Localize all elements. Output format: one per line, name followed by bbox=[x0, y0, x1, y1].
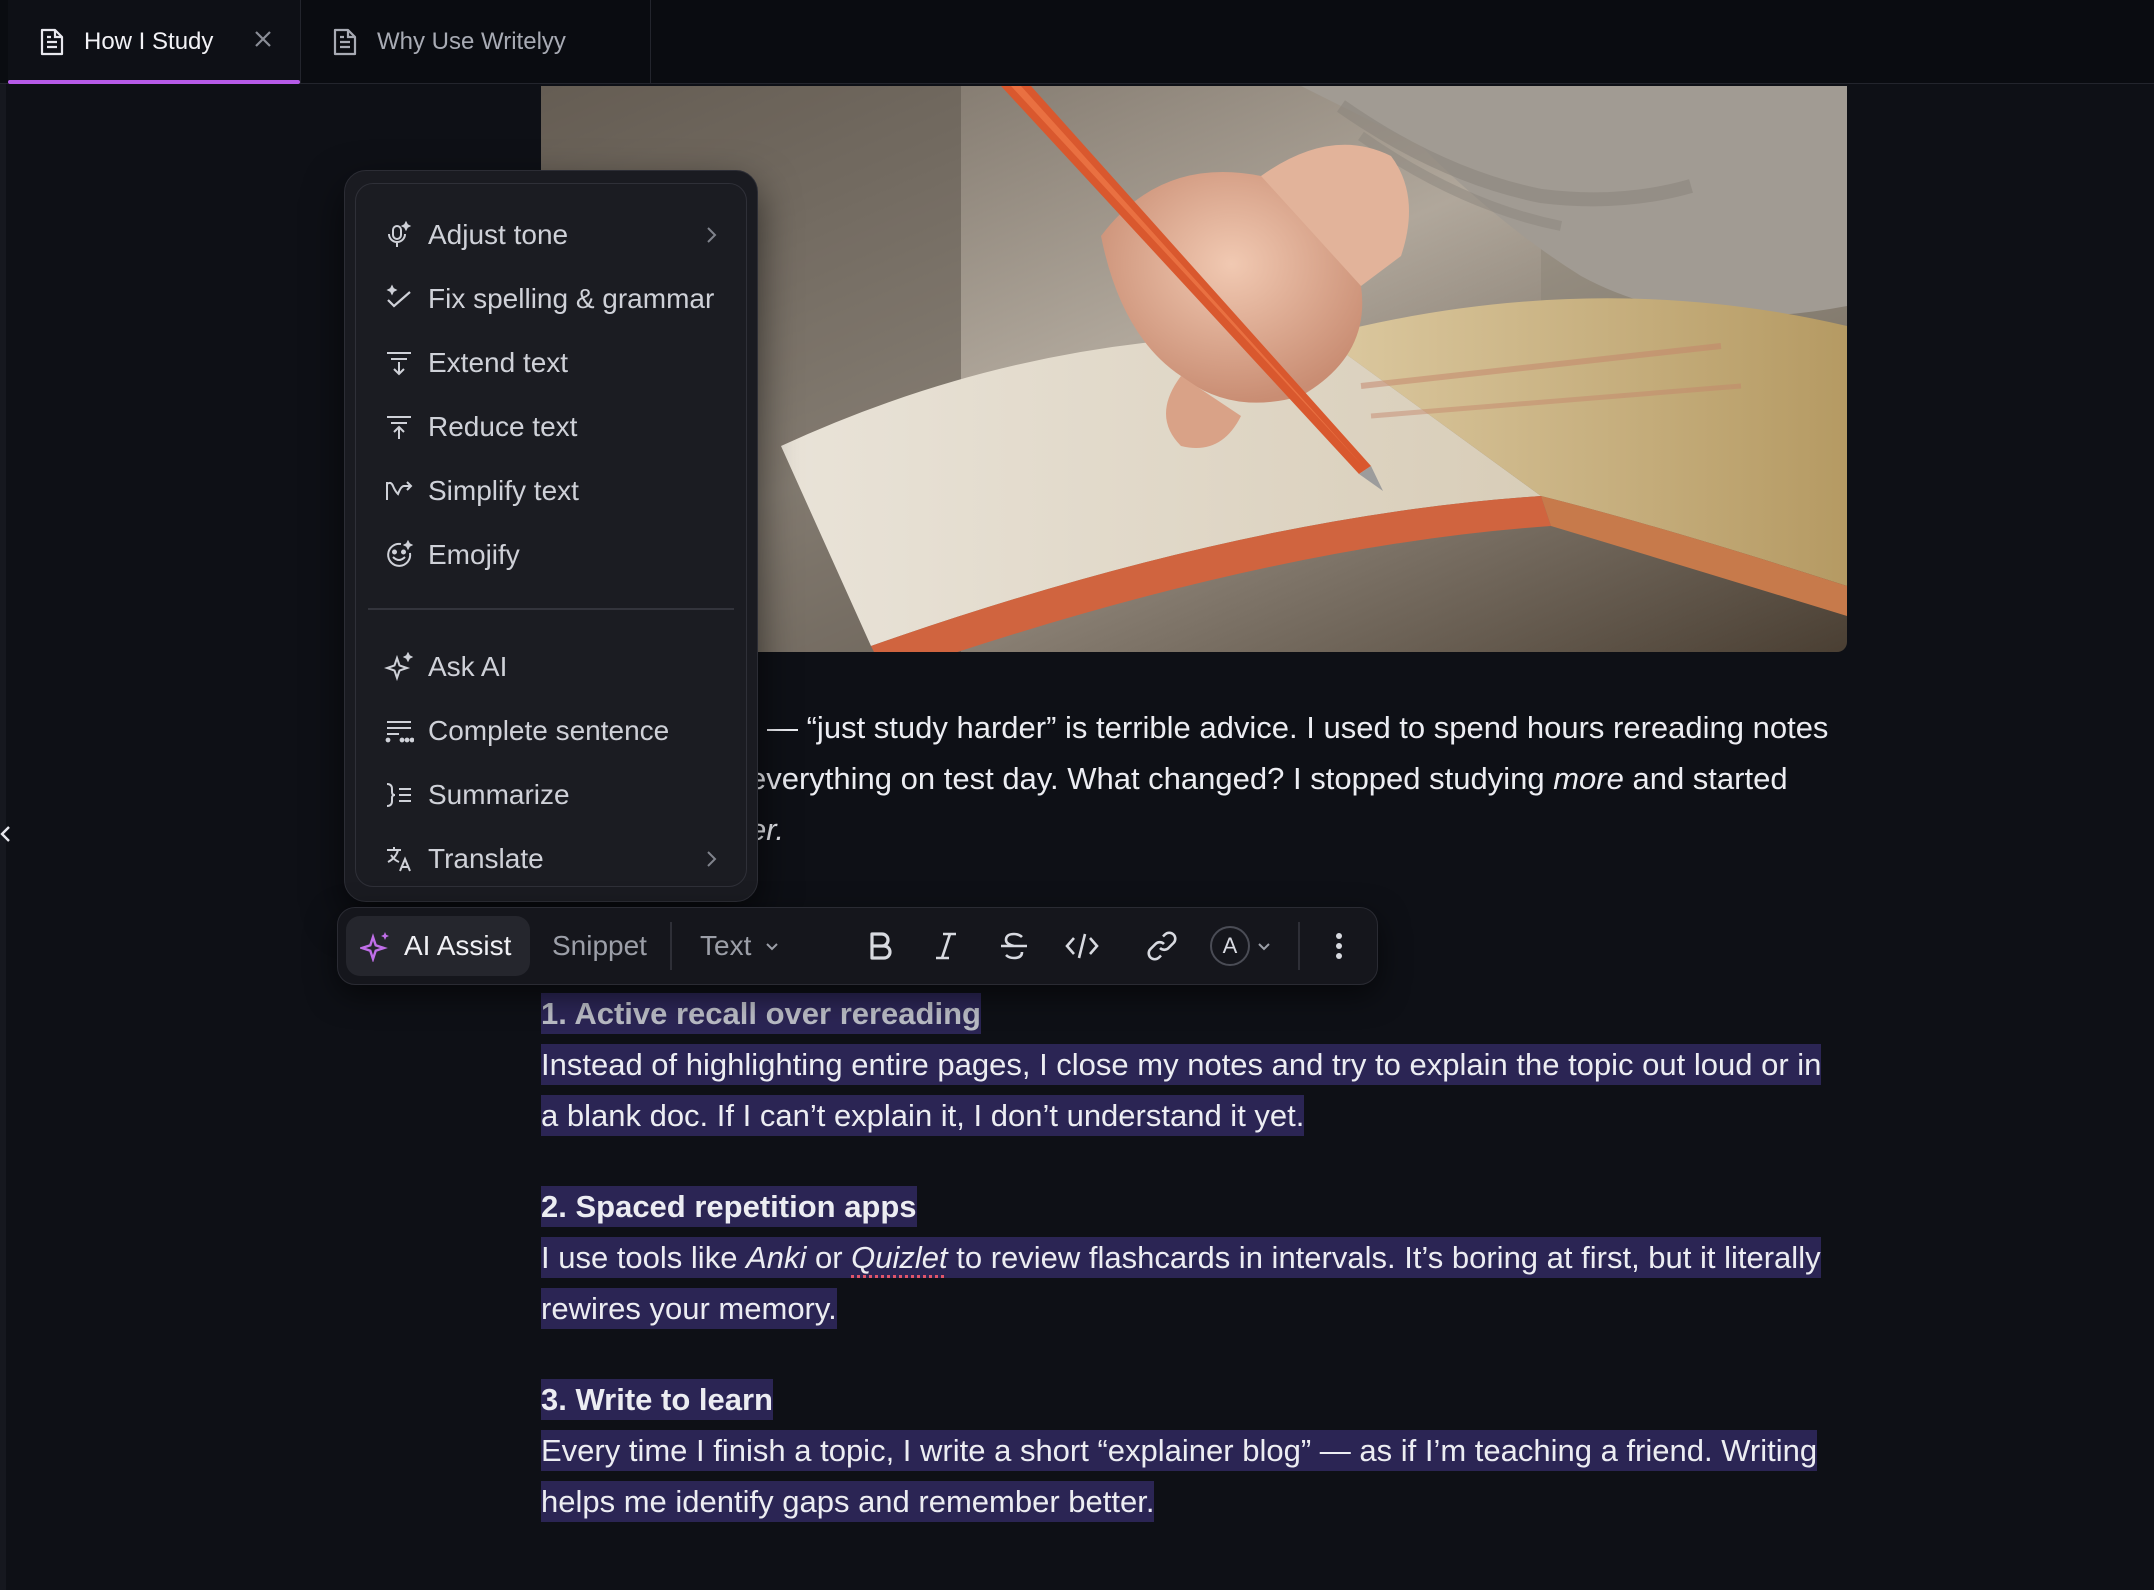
menu-item-translate[interactable]: Translate bbox=[370, 830, 736, 888]
chevron-right-icon bbox=[707, 851, 717, 867]
tab-label: How I Study bbox=[84, 28, 214, 55]
section-body: I use tools like Anki or Quizlet to revi… bbox=[541, 1232, 1871, 1334]
anki-text: Anki bbox=[746, 1240, 807, 1275]
ai-actions-menu: Adjust tone Fix spelling & grammar Exten… bbox=[344, 170, 758, 902]
simplify-icon bbox=[386, 481, 413, 500]
tab-divider bbox=[650, 0, 651, 84]
toolbar-divider bbox=[1298, 922, 1300, 970]
tab-label: Why Use Writelyy bbox=[377, 28, 566, 55]
bold-icon bbox=[870, 932, 892, 960]
tab-how-i-study[interactable]: How I Study bbox=[8, 0, 300, 84]
link-button[interactable] bbox=[1144, 928, 1180, 964]
reduce-text-icon bbox=[387, 416, 411, 439]
formatting-toolbar: AI Assist Snippet Text A bbox=[337, 907, 1378, 985]
document-icon bbox=[40, 28, 64, 56]
text-style-dropdown[interactable]: Text bbox=[700, 908, 781, 984]
menu-item-emojify[interactable]: Emojify bbox=[370, 526, 736, 584]
section-write-to-learn[interactable]: 3. Write to learn Every time I finish a … bbox=[541, 1374, 1871, 1527]
code-button[interactable] bbox=[1064, 928, 1100, 964]
mic-sparkle-icon bbox=[388, 220, 412, 247]
menu-item-extend-text[interactable]: Extend text bbox=[370, 334, 736, 392]
sparkle-icon bbox=[360, 932, 389, 962]
toolbar-divider bbox=[670, 922, 672, 970]
sparkle-icon bbox=[384, 652, 414, 682]
menu-item-reduce-text[interactable]: Reduce text bbox=[370, 398, 736, 456]
chevron-down-icon[interactable] bbox=[1256, 938, 1272, 954]
snippet-button[interactable]: Snippet bbox=[552, 908, 647, 984]
code-icon bbox=[1065, 933, 1099, 959]
ai-actions-list: Adjust tone Fix spelling & grammar Exten… bbox=[355, 183, 747, 887]
section-body: Every time I finish a topic, I write a s… bbox=[541, 1425, 1871, 1527]
check-sparkle-icon bbox=[386, 284, 411, 308]
link-icon bbox=[1147, 931, 1177, 961]
summarize-icon bbox=[386, 783, 411, 807]
tab-bar: How I Study Why Use Writelyy bbox=[0, 0, 2154, 84]
menu-item-summarize[interactable]: Summarize bbox=[370, 766, 736, 824]
close-icon[interactable] bbox=[252, 28, 274, 50]
bold-button[interactable] bbox=[862, 928, 898, 964]
strikethrough-button[interactable] bbox=[996, 928, 1032, 964]
menu-item-adjust-tone[interactable]: Adjust tone bbox=[370, 206, 736, 264]
section-spaced-repetition[interactable]: 2. Spaced repetition apps I use tools li… bbox=[541, 1181, 1871, 1334]
tab-why-use-writelyy[interactable]: Why Use Writelyy bbox=[301, 0, 651, 84]
more-options-icon[interactable] bbox=[1324, 930, 1354, 962]
menu-item-simplify-text[interactable]: Simplify text bbox=[370, 462, 736, 520]
complete-sentence-icon bbox=[385, 721, 414, 743]
section-active-recall[interactable]: 1. Active recall over rereading Instead … bbox=[541, 988, 1871, 1141]
section-heading: 2. Spaced repetition apps bbox=[541, 1181, 1871, 1232]
section-heading: 1. Active recall over rereading bbox=[541, 988, 1871, 1039]
menu-divider bbox=[368, 608, 734, 610]
strikethrough-icon bbox=[1001, 932, 1027, 960]
menu-item-fix-spelling[interactable]: Fix spelling & grammar bbox=[370, 270, 736, 328]
document-icon bbox=[333, 28, 357, 56]
extend-text-icon bbox=[387, 352, 411, 376]
menu-item-ask-ai[interactable]: Ask AI bbox=[370, 638, 736, 696]
chevron-left-icon[interactable] bbox=[0, 822, 12, 846]
ai-assist-button[interactable]: AI Assist bbox=[346, 916, 530, 976]
italic-button[interactable] bbox=[928, 928, 964, 964]
translate-icon bbox=[387, 847, 411, 872]
menu-item-complete-sentence[interactable]: Complete sentence bbox=[370, 702, 736, 760]
chevron-down-icon bbox=[766, 943, 779, 951]
chevron-right-icon bbox=[707, 227, 717, 243]
section-body: Instead of highlighting entire pages, I … bbox=[541, 1039, 1871, 1141]
smile-icon bbox=[387, 540, 414, 567]
section-heading: 3. Write to learn bbox=[541, 1374, 1871, 1425]
text-color-button[interactable]: A bbox=[1210, 926, 1250, 966]
italic-icon bbox=[936, 932, 956, 960]
spelling-error-quizlet: Quizlet bbox=[851, 1240, 948, 1275]
